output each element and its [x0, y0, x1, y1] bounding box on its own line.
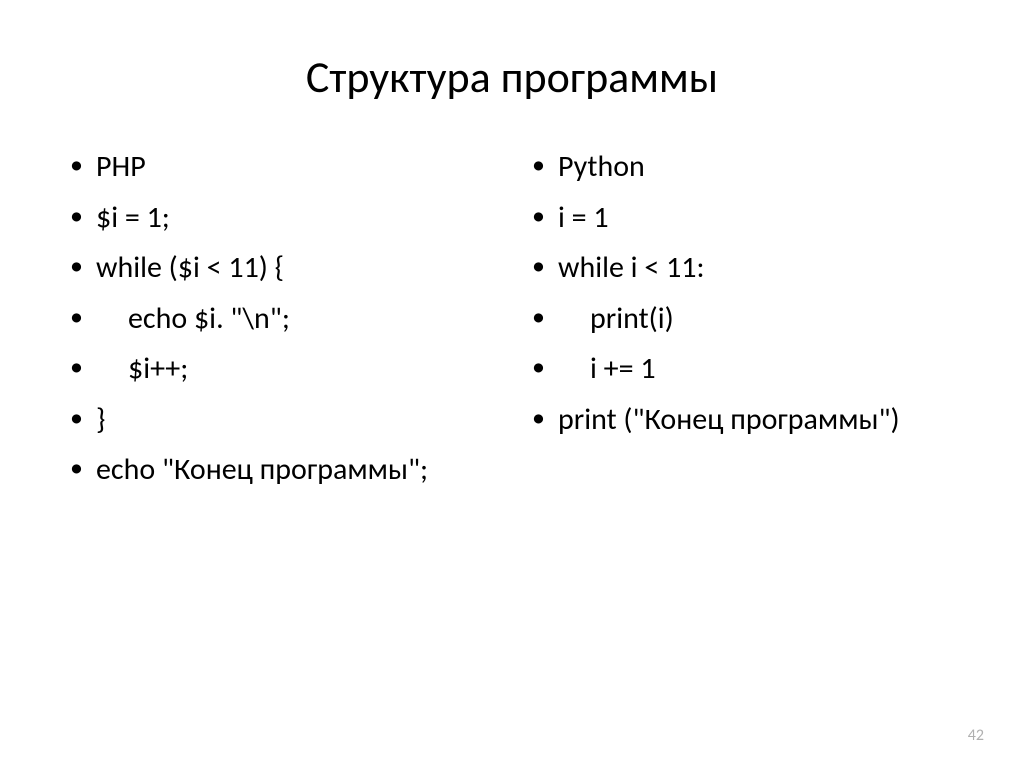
slide-title: Структура программы	[60, 50, 964, 104]
list-item: while ($i < 11) {	[60, 245, 502, 292]
list-item: }	[60, 397, 502, 444]
list-item: $i++;	[60, 346, 502, 393]
list-item: $i = 1;	[60, 195, 502, 242]
right-bullet-list: Pythoni = 1while i < 11:print(i)i += 1pr…	[522, 144, 964, 443]
list-item: echo "Конец программы";	[60, 447, 502, 494]
right-column: Pythoni = 1while i < 11:print(i)i += 1pr…	[522, 144, 964, 498]
list-item: print(i)	[522, 296, 964, 343]
list-item: Python	[522, 144, 964, 191]
list-item: echo $i. "\n";	[60, 296, 502, 343]
list-item: i = 1	[522, 195, 964, 242]
slide-container: Структура программы PHP$i = 1;while ($i …	[0, 0, 1024, 767]
list-item: print ("Конец программы")	[522, 397, 964, 444]
list-item: i += 1	[522, 346, 964, 393]
left-column: PHP$i = 1;while ($i < 11) {echo $i. "\n"…	[60, 144, 502, 498]
page-number: 42	[968, 726, 984, 745]
columns-container: PHP$i = 1;while ($i < 11) {echo $i. "\n"…	[60, 144, 964, 498]
list-item: while i < 11:	[522, 245, 964, 292]
left-bullet-list: PHP$i = 1;while ($i < 11) {echo $i. "\n"…	[60, 144, 502, 494]
list-item: PHP	[60, 144, 502, 191]
